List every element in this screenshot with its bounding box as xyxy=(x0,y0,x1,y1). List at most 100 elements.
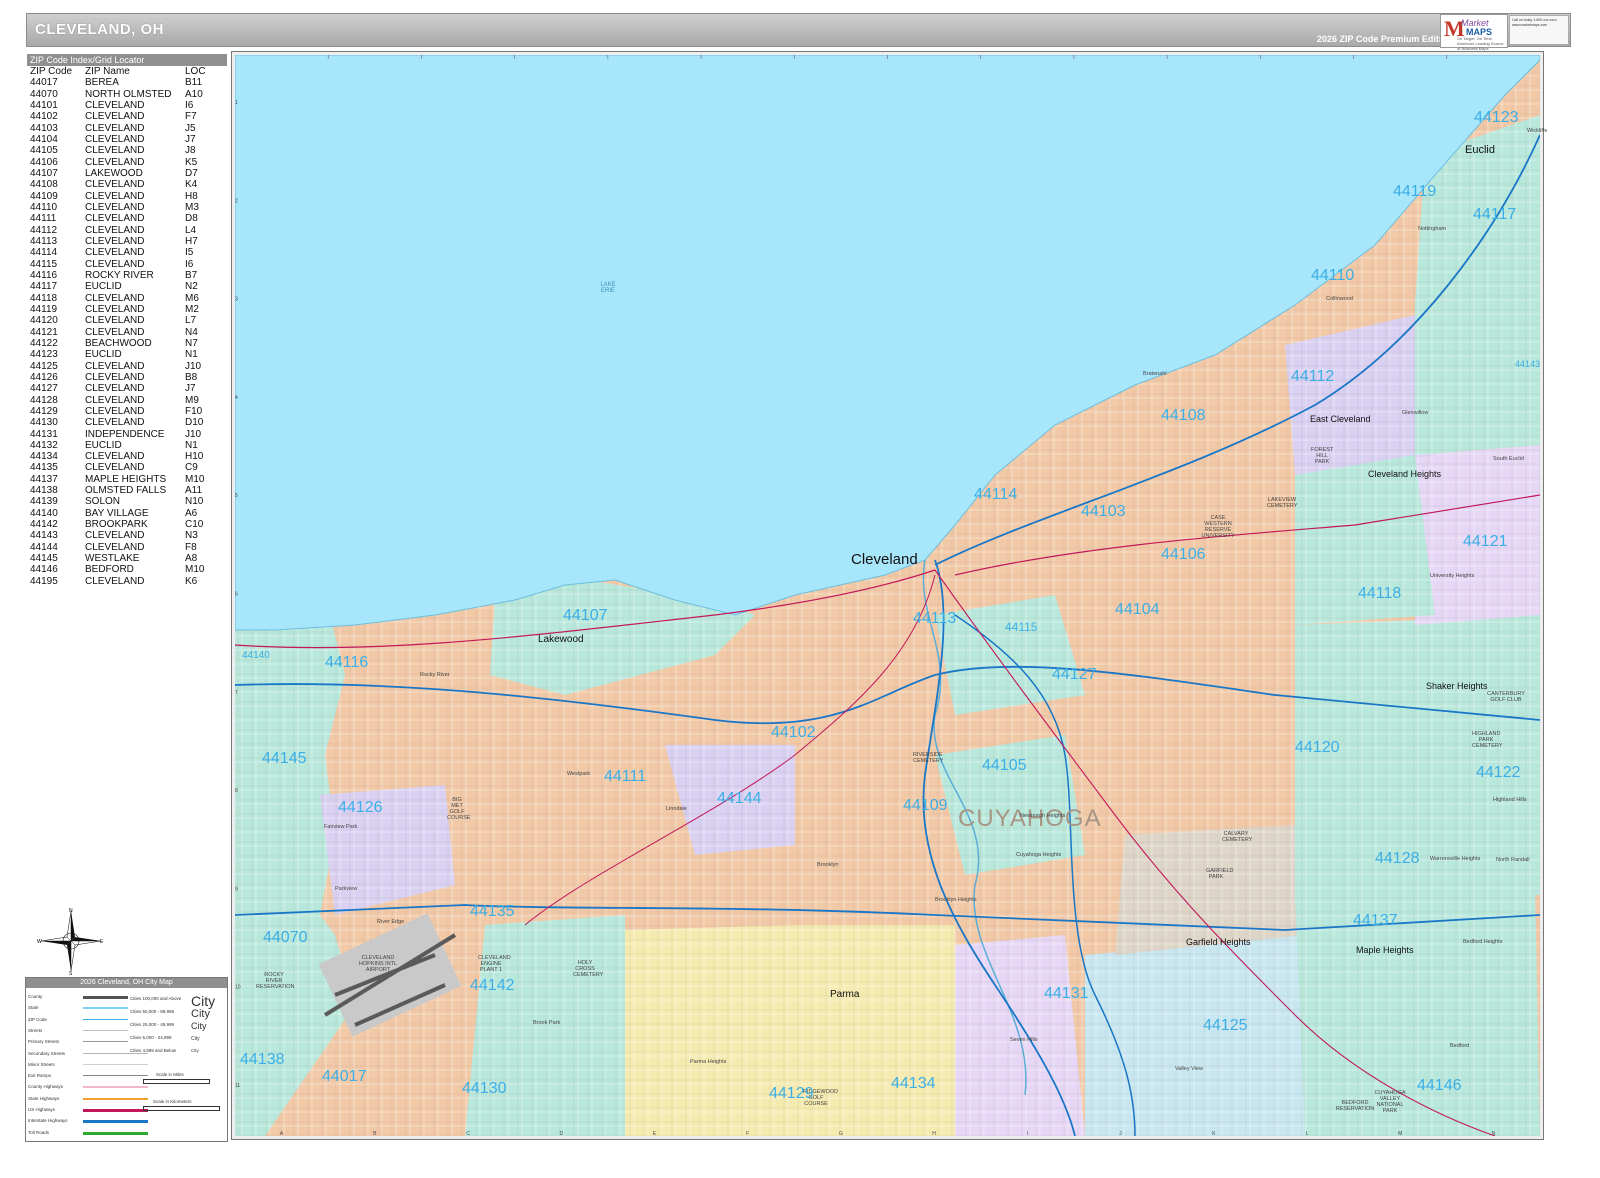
zip-name-cell: CLEVELAND xyxy=(85,405,145,417)
grid-column-label: N xyxy=(1492,55,1496,56)
zip-code-cell: 44108 xyxy=(30,179,58,191)
zip-index-row: 44112 CLEVELAND L4 xyxy=(27,225,227,236)
grid-column-label: D xyxy=(559,55,563,56)
zip-loc-cell: J5 xyxy=(185,122,196,134)
market-maps-logo: M Market MAPS On Target, On Time. Americ… xyxy=(1440,14,1508,51)
landmark-rocky-river-reservation: ROCKY RIVER RESERVATION xyxy=(256,972,295,990)
zip-label-44126: 44126 xyxy=(338,799,383,816)
zip-label-44108: 44108 xyxy=(1161,407,1206,424)
city-label-east-cleveland: East Cleveland xyxy=(1310,414,1371,424)
legend-item-label: County Highways xyxy=(28,1084,64,1090)
legend-line-swatch xyxy=(83,1041,128,1043)
legend-item-label: Minor Streets xyxy=(28,1061,55,1067)
zip-code-cell: 44145 xyxy=(30,553,58,565)
landmark-bedford-reservation: BEDFORD RESERVATION xyxy=(1335,1100,1375,1112)
zip-loc-cell: B7 xyxy=(185,269,198,281)
zip-loc-cell: N10 xyxy=(185,496,204,508)
zip-label-44123: 44123 xyxy=(1474,109,1519,126)
zip-index-row: 44123 EUCLID N1 xyxy=(27,349,227,360)
zip-label-44127: 44127 xyxy=(1052,666,1097,683)
zip-code-cell: 44132 xyxy=(30,439,58,451)
zip-label-44137: 44137 xyxy=(1353,912,1398,929)
legend-line-swatch xyxy=(83,1120,148,1124)
zip-code-cell: 44117 xyxy=(30,281,58,293)
grid-row-label: 7 xyxy=(235,690,238,696)
zip-loc-cell: K5 xyxy=(185,156,198,168)
zip-index-row: 44106 CLEVELAND K5 xyxy=(27,157,227,168)
zip-label-44109: 44109 xyxy=(903,797,948,814)
landmark-riverside-cemetery: RIVERSIDE CEMETERY xyxy=(913,752,944,764)
zip-index-header: ZIP Code ZIP Name LOC xyxy=(27,66,227,77)
legend-line-swatch xyxy=(83,1097,148,1100)
city-label-parma: Parma xyxy=(830,989,860,1000)
zip-loc-cell: M9 xyxy=(185,394,199,406)
zip-code-cell: 44139 xyxy=(30,496,58,508)
compass-w: W xyxy=(37,939,42,945)
zip-index-row: 44117 EUCLID N2 xyxy=(27,281,227,292)
zip-name-cell: EUCLID xyxy=(85,439,122,451)
zip-code-cell: 44140 xyxy=(30,507,58,519)
zip-index-row: 44129 CLEVELAND F10 xyxy=(27,406,227,417)
zip-code-cell: 44129 xyxy=(30,405,58,417)
col-zip-code: ZIP Code xyxy=(30,66,73,77)
zip-loc-cell: H8 xyxy=(185,190,198,202)
edition-label: 2026 ZIP Code Premium Edition xyxy=(1317,34,1453,44)
zip-code-cell: 44102 xyxy=(30,111,58,123)
zip-label-44113: 44113 xyxy=(913,610,957,627)
zip-name-cell: CLEVELAND xyxy=(85,371,145,383)
zip-label-44118: 44118 xyxy=(1358,585,1402,602)
zip-label-44138: 44138 xyxy=(240,1051,285,1068)
legend-city-sample-3: City xyxy=(191,1021,207,1031)
legend-item-label: Interstate Highways xyxy=(28,1118,68,1124)
zip-code-cell: 44134 xyxy=(30,451,58,463)
zip-label-44104: 44104 xyxy=(1115,601,1160,618)
legend-title: 2026 Cleveland, OH City Map xyxy=(26,978,227,988)
zip-loc-cell: J10 xyxy=(185,428,202,440)
grid-column-label: I xyxy=(1027,1131,1028,1136)
zip-index-row: 44134 CLEVELAND H10 xyxy=(27,451,227,462)
landmark-forest-hill-park: FOREST HILL PARK xyxy=(1311,447,1334,465)
zip-name-cell: CLEVELAND xyxy=(85,190,145,202)
landmark-highland-park-cemetery: HIGHLAND PARK CEMETERY xyxy=(1472,731,1503,749)
zip-code-cell: 44103 xyxy=(30,122,58,134)
zip-index-row: 44116 ROCKY RIVER B7 xyxy=(27,270,227,281)
zip-name-cell: EUCLID xyxy=(85,281,122,293)
zip-code-cell: 44109 xyxy=(30,190,58,202)
place-nottingham: Nottingham xyxy=(1418,226,1447,232)
zip-loc-cell: H7 xyxy=(185,235,198,247)
zip-name-cell: CLEVELAND xyxy=(85,360,145,372)
place-highland-hills: Highland Hills xyxy=(1493,797,1527,803)
legend-city-sample-2: City xyxy=(191,1008,210,1020)
zip-label-44144: 44144 xyxy=(717,790,762,807)
zip-index-row: 44146 BEDFORD M10 xyxy=(27,564,227,575)
zip-index-row: 44125 CLEVELAND J10 xyxy=(27,361,227,372)
zip-name-cell: CLEVELAND xyxy=(85,99,145,111)
zip-label-44119: 44119 xyxy=(1393,183,1437,200)
zip-index-row: 44017 BEREA B11 xyxy=(27,77,227,88)
zip-label-44145: 44145 xyxy=(262,750,307,767)
zip-index-row: 44103 CLEVELAND J5 xyxy=(27,123,227,134)
zip-name-cell: CLEVELAND xyxy=(85,213,145,225)
compass-e: E xyxy=(100,939,104,945)
city-map[interactable]: AABBCCDDEEFFGGHHIIJJKKLLMMNN123456789101… xyxy=(235,55,1540,1136)
legend-item-label: Streets xyxy=(28,1027,43,1033)
zip-code-cell: 44112 xyxy=(30,224,58,236)
zip-index-row: 44105 CLEVELAND J8 xyxy=(27,145,227,156)
zip-index-row: 44109 CLEVELAND H8 xyxy=(27,191,227,202)
landmark-calvary-cemetery: CALVARY CEMETERY xyxy=(1222,831,1253,843)
zip-code-cell: 44110 xyxy=(30,201,58,213)
zip-index-row: 44070 NORTH OLMSTED A10 xyxy=(27,89,227,100)
zip-code-cell: 44130 xyxy=(30,417,58,429)
zip-name-cell: CLEVELAND xyxy=(85,235,145,247)
grid-row-label: 1 xyxy=(235,100,238,106)
zip-name-cell: CLEVELAND xyxy=(85,145,145,157)
legend-item-label: ZIP Code xyxy=(28,1016,47,1022)
contact-box: Call us today 1-800-xxx-xxxx www.marketm… xyxy=(1509,15,1569,45)
zip-loc-cell: L4 xyxy=(185,224,197,236)
landmark-case-western-reserve: CASE WESTERN RESERVE UNIVERSITY xyxy=(1201,515,1235,539)
city-label-cleveland-heights: Cleveland Heights xyxy=(1368,469,1442,479)
legend-line-swatch xyxy=(83,1131,148,1135)
grid-row-label: 11 xyxy=(235,1083,240,1089)
legend-city-class-label: Cities 4,999 and Below xyxy=(130,1048,177,1053)
grid-row-label: 8 xyxy=(235,788,238,794)
